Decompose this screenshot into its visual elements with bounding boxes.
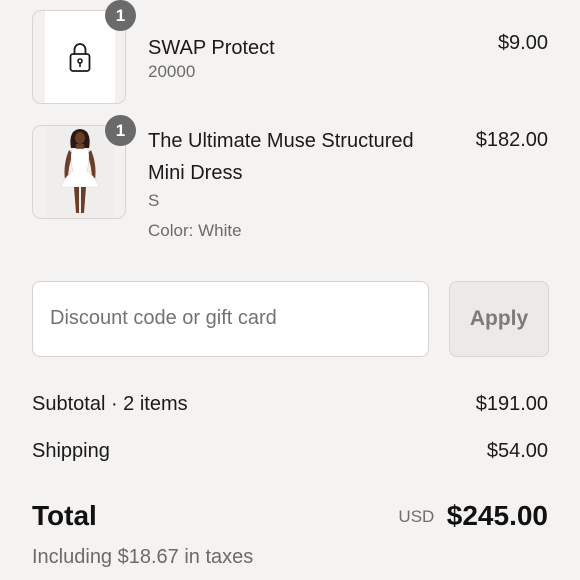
- lock-icon: [69, 43, 91, 72]
- apply-button[interactable]: Apply: [449, 281, 549, 357]
- total-label: Total: [32, 500, 97, 531]
- order-summary: 1 SWAP Protect 20000 $9.00 1 The Ultimat…: [0, 0, 580, 580]
- shipping-value: $54.00: [486, 440, 548, 462]
- item-price: $182.00: [475, 129, 548, 151]
- line-item: 1 The Ultimate Muse Structured Mini Dres…: [32, 115, 548, 243]
- line-item: 1 SWAP Protect 20000 $9.00: [32, 0, 548, 104]
- discount-code-input[interactable]: Discount code or gift card: [32, 281, 429, 357]
- item-color: Color: White: [148, 221, 242, 240]
- item-subtitle: 20000: [148, 62, 196, 81]
- product-thumbnail: 1: [32, 0, 136, 104]
- item-size: S: [148, 191, 160, 210]
- shipping-label: Shipping: [32, 440, 110, 462]
- currency-code: USD: [398, 507, 435, 526]
- subtotal-label: Subtotal · 2 items: [32, 393, 188, 415]
- product-thumbnail: 1: [32, 115, 136, 219]
- total-value-group: USD $245.00: [398, 500, 548, 532]
- tax-note: Including $18.67 in taxes: [32, 546, 254, 568]
- quantity-badge: 1: [105, 115, 136, 146]
- item-price: $9.00: [497, 32, 548, 54]
- total-value: $245.00: [446, 500, 548, 531]
- dress-photo: [45, 126, 115, 218]
- shipping-row: Shipping $54.00: [32, 440, 548, 463]
- subtotal-row: Subtotal · 2 items $191.00: [32, 393, 548, 416]
- quantity-badge: 1: [105, 0, 136, 31]
- item-title: SWAP Protect: [148, 37, 275, 59]
- subtotal-value: $191.00: [475, 393, 548, 415]
- item-title: The Ultimate Muse Structured Mini Dress: [148, 130, 414, 184]
